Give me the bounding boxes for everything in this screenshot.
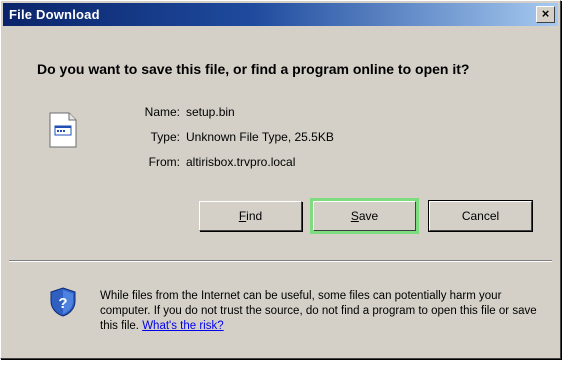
shield-question-icon: ? <box>50 287 76 317</box>
download-question: Do you want to save this file, or find a… <box>37 61 470 77</box>
window-title: File Download <box>9 7 100 22</box>
close-button[interactable]: × <box>536 6 555 23</box>
file-type-value: Unknown File Type, 25.5KB <box>186 130 334 144</box>
save-button[interactable]: Save <box>310 198 419 234</box>
file-name-value: setup.bin <box>186 105 235 119</box>
security-warning: While files from the Internet can be use… <box>100 289 540 334</box>
file-download-dialog: File Download × Do you want to save this… <box>0 0 561 359</box>
file-icon <box>49 112 77 148</box>
svg-text:?: ? <box>58 295 67 312</box>
title-bar[interactable]: File Download × <box>3 3 558 26</box>
find-button[interactable]: Find <box>199 201 302 231</box>
whats-the-risk-link[interactable]: What's the risk? <box>142 320 223 332</box>
file-type-label: Type: <box>150 130 180 144</box>
file-type-row: Type: Unknown File Type, 25.5KB <box>110 129 450 145</box>
save-label: ave <box>358 209 379 223</box>
file-from-row: From: altirisbox.trvpro.local <box>110 154 450 170</box>
divider <box>9 260 552 262</box>
cancel-label: Cancel <box>461 209 500 223</box>
cancel-button[interactable]: Cancel <box>428 200 533 232</box>
close-icon: × <box>541 6 550 21</box>
file-from-value: altirisbox.trvpro.local <box>186 155 296 169</box>
find-label: ind <box>246 209 263 223</box>
file-name-label: Name: <box>144 105 180 119</box>
save-hotkey: S <box>350 209 359 223</box>
file-name-row: Name: setup.bin <box>110 104 410 120</box>
file-from-label: From: <box>148 155 180 169</box>
